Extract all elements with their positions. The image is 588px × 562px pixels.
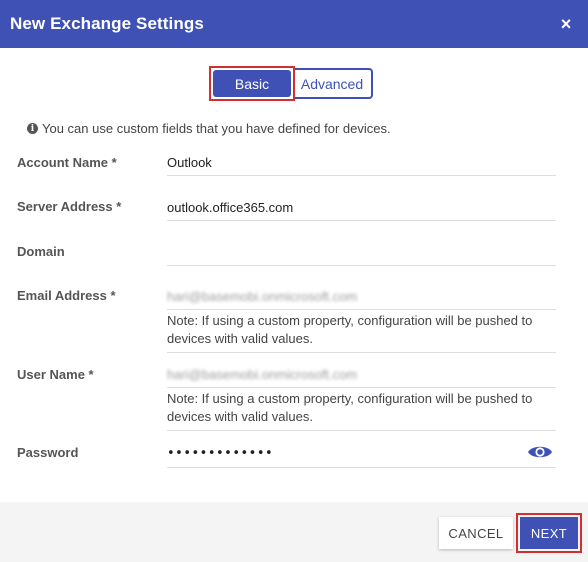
- domain-input[interactable]: [167, 244, 556, 266]
- tab-basic[interactable]: Basic: [213, 70, 291, 97]
- email-address-label: Email Address *: [17, 288, 116, 303]
- next-button[interactable]: NEXT: [520, 517, 578, 549]
- account-name-label: Account Name *: [17, 155, 117, 170]
- info-text: You can use custom fields that you have …: [42, 121, 391, 136]
- info-icon: i: [27, 123, 38, 134]
- email-address-note: Note: If using a custom property, config…: [167, 312, 556, 353]
- eye-icon[interactable]: [527, 443, 553, 461]
- user-name-input[interactable]: hari@basemobi.onmicrosoft.com: [167, 366, 556, 388]
- password-input[interactable]: •••••••••••••: [167, 444, 556, 468]
- close-icon[interactable]: ×: [556, 14, 576, 34]
- dialog-titlebar: New Exchange Settings ×: [0, 0, 588, 48]
- user-name-note: Note: If using a custom property, config…: [167, 390, 556, 431]
- email-address-value: hari@basemobi.onmicrosoft.com: [167, 289, 358, 304]
- dialog-title: New Exchange Settings: [10, 14, 204, 33]
- tab-advanced[interactable]: Advanced: [293, 68, 373, 99]
- next-button-highlight: NEXT: [516, 513, 582, 553]
- email-address-input[interactable]: hari@basemobi.onmicrosoft.com: [167, 288, 556, 310]
- password-value: •••••••••••••: [167, 446, 274, 461]
- settings-tabs: Basic Advanced: [209, 66, 373, 101]
- domain-label: Domain: [17, 244, 65, 259]
- account-name-input[interactable]: Outlook: [167, 154, 556, 176]
- user-name-label: User Name *: [17, 367, 94, 382]
- server-address-input[interactable]: outlook.office365.com: [167, 199, 556, 221]
- user-name-value: hari@basemobi.onmicrosoft.com: [167, 367, 358, 382]
- cancel-button[interactable]: CANCEL: [439, 517, 513, 549]
- tab-basic-highlight: Basic: [209, 66, 295, 101]
- password-label: Password: [17, 445, 79, 460]
- info-message: i You can use custom fields that you hav…: [27, 121, 391, 136]
- server-address-label: Server Address *: [17, 199, 122, 214]
